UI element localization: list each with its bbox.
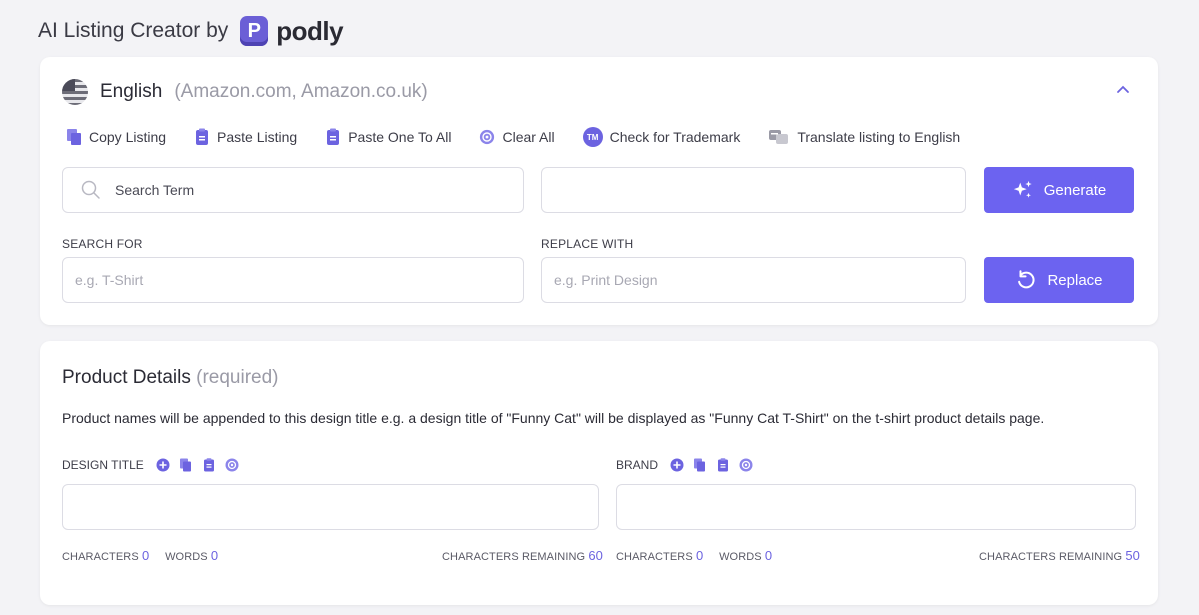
podly-logo-text: podly — [276, 15, 344, 46]
words-label: WORDS — [165, 551, 208, 563]
clipboard-icon[interactable] — [202, 458, 216, 472]
search-term-field[interactable] — [62, 167, 524, 213]
app-header: AI Listing Creator by P podly — [38, 14, 344, 48]
product-details-title: Product Details (required) — [62, 367, 279, 389]
replace-button[interactable]: Replace — [984, 257, 1134, 303]
secondary-input[interactable] — [554, 182, 953, 198]
brand-remaining: CHARACTERS REMAINING 50 — [979, 548, 1140, 563]
translate-icon — [769, 130, 789, 144]
search-for-input[interactable] — [75, 272, 511, 288]
characters-label: CHARACTERS — [62, 551, 139, 563]
design-title-input[interactable] — [75, 499, 586, 515]
copy-listing-label: Copy Listing — [89, 129, 167, 145]
words-label: WORDS — [719, 551, 762, 563]
add-icon[interactable] — [670, 458, 684, 472]
paste-listing-label: Paste Listing — [217, 129, 298, 145]
replace-with-field[interactable] — [541, 257, 966, 303]
characters-count: 0 — [695, 548, 704, 563]
listing-toolbar: Copy Listing Paste Listing Paste One To … — [66, 127, 960, 147]
clear-all-label: Clear All — [502, 129, 555, 145]
podly-logo: P podly — [240, 15, 344, 47]
add-icon[interactable] — [156, 458, 170, 472]
clipboard-list-icon — [327, 128, 340, 145]
clear-icon[interactable] — [225, 458, 239, 472]
design-title-counts: CHARACTERS 0 WORDS 0 — [62, 548, 218, 563]
brand-label-row: BRAND — [616, 458, 753, 472]
search-term-input[interactable] — [115, 182, 511, 198]
characters-label: CHARACTERS — [616, 551, 693, 563]
brand-input[interactable] — [629, 499, 1123, 515]
translate-listing-button[interactable]: Translate listing to English — [768, 128, 960, 146]
characters-remaining-count: 60 — [588, 548, 604, 563]
design-title-actions — [156, 458, 239, 472]
chevron-up-icon[interactable] — [1116, 83, 1130, 97]
characters-remaining-label: CHARACTERS REMAINING — [979, 551, 1123, 563]
design-title-field[interactable] — [62, 484, 599, 530]
paste-one-to-all-button[interactable]: Paste One To All — [325, 128, 451, 146]
brand-counts: CHARACTERS 0 WORDS 0 — [616, 548, 772, 563]
brand-label: BRAND — [616, 458, 659, 472]
generate-label: Generate — [1043, 181, 1107, 199]
generate-button[interactable]: Generate — [984, 167, 1134, 213]
product-details-panel: Product Details (required) Product names… — [40, 341, 1158, 605]
clear-icon — [480, 129, 495, 145]
clear-icon[interactable] — [739, 458, 753, 472]
replace-with-input[interactable] — [554, 272, 953, 288]
language-panel: English (Amazon.com, Amazon.co.uk) Copy … — [40, 57, 1158, 325]
copy-icon[interactable] — [179, 458, 193, 472]
product-details-heading: Product Details — [62, 367, 191, 388]
check-trademark-button[interactable]: TM Check for Trademark — [582, 127, 741, 147]
design-title-label-row: DESIGN TITLE — [62, 458, 239, 472]
brand-actions — [670, 458, 753, 472]
design-title-label: DESIGN TITLE — [62, 458, 144, 472]
search-icon — [81, 180, 100, 199]
language-markets: (Amazon.com, Amazon.co.uk) — [174, 81, 428, 102]
copy-listing-button[interactable]: Copy Listing — [66, 128, 166, 146]
copy-icon — [67, 129, 81, 145]
check-trademark-label: Check for Trademark — [609, 129, 741, 145]
product-details-description: Product names will be appended to this d… — [62, 410, 1045, 426]
clipboard-icon — [196, 128, 209, 145]
secondary-field[interactable] — [541, 167, 966, 213]
paste-listing-button[interactable]: Paste Listing — [194, 128, 297, 146]
undo-icon — [1018, 270, 1036, 289]
language-header[interactable]: English (Amazon.com, Amazon.co.uk) — [62, 79, 428, 105]
translate-listing-label: Translate listing to English — [797, 129, 961, 145]
clear-all-button[interactable]: Clear All — [479, 128, 555, 146]
replace-with-label: REPLACE WITH — [541, 237, 634, 251]
replace-label: Replace — [1047, 271, 1103, 289]
characters-remaining-label: CHARACTERS REMAINING — [442, 551, 586, 563]
words-count: 0 — [764, 548, 773, 563]
trademark-icon: TM — [582, 127, 603, 147]
paste-one-to-all-label: Paste One To All — [348, 129, 452, 145]
app-title: AI Listing Creator by — [38, 19, 229, 42]
required-tag: (required) — [196, 367, 279, 388]
characters-count: 0 — [141, 548, 150, 563]
clipboard-icon[interactable] — [716, 458, 730, 472]
search-for-field[interactable] — [62, 257, 524, 303]
words-count: 0 — [210, 548, 219, 563]
search-for-label: SEARCH FOR — [62, 237, 143, 251]
brand-field[interactable] — [616, 484, 1136, 530]
design-title-remaining: CHARACTERS REMAINING 60 — [442, 548, 603, 563]
characters-remaining-count: 50 — [1125, 548, 1141, 563]
language-name: English — [100, 81, 163, 102]
podly-logo-mark: P — [240, 16, 269, 46]
us-flag-icon — [62, 79, 88, 105]
sparkles-icon — [1013, 180, 1032, 198]
copy-icon[interactable] — [693, 458, 707, 472]
